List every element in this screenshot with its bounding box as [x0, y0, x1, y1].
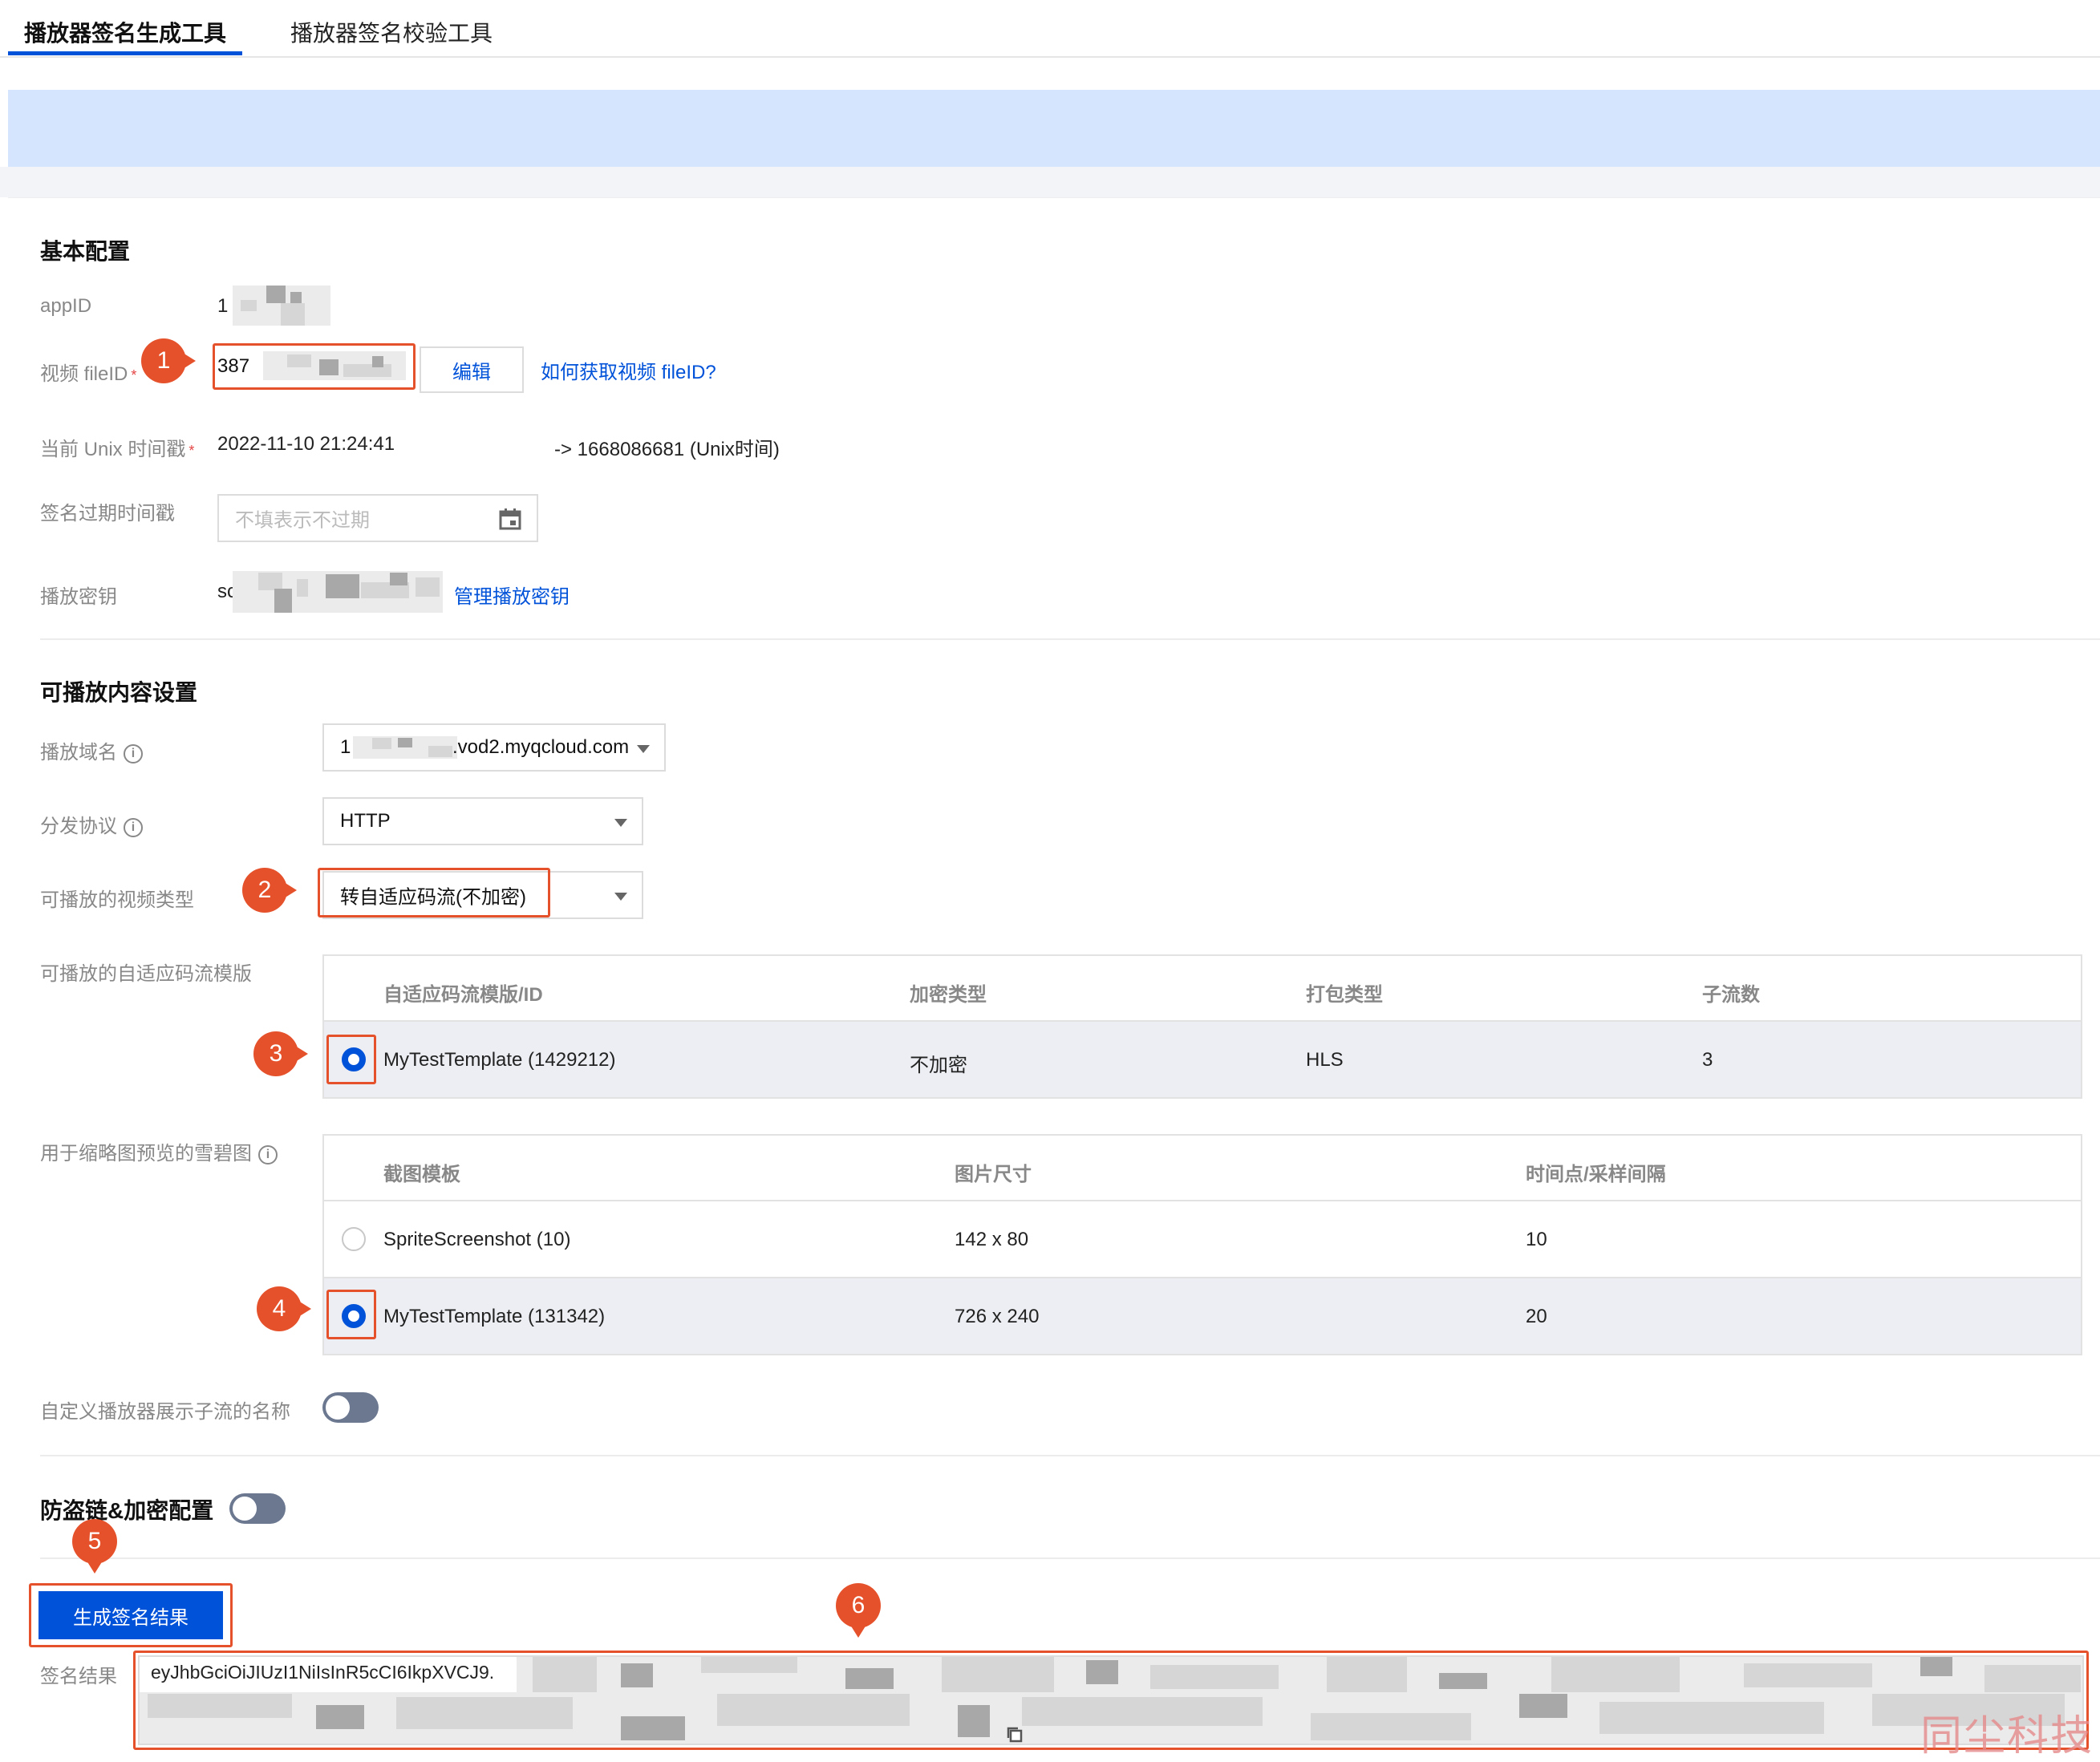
custom-substream-name-label: 自定义播放器展示子流的名称	[40, 1401, 290, 1423]
package-type: HLS	[1306, 1049, 1344, 1071]
step-marker-4: 4	[257, 1286, 311, 1331]
template-name: MyTestTemplate (131342)	[383, 1306, 606, 1327]
col-header-image-size: 图片尺寸	[955, 1164, 1032, 1185]
sprite-template-table: 截图模板 图片尺寸 时间点/采样间隔 SpriteScreenshot (10)…	[322, 1134, 2082, 1355]
active-tab-indicator	[8, 51, 242, 55]
row-radio[interactable]	[342, 1227, 366, 1251]
generate-signature-button[interactable]: 生成签名结果	[39, 1591, 223, 1639]
expire-label: 签名过期时间戳	[40, 503, 175, 525]
step-marker-2: 2	[242, 868, 297, 913]
info-icon: i	[258, 1144, 278, 1165]
manage-play-key-link[interactable]: 管理播放密钥	[454, 581, 570, 609]
play-key-redaction	[233, 571, 443, 613]
col-header-package: 打包类型	[1306, 984, 1383, 1006]
adaptive-template-table: 自适应码流模版/ID 加密类型 打包类型 子流数 MyTestTemplate …	[322, 954, 2082, 1099]
unix-datetime-value: 2022-11-10 21:24:41	[217, 433, 395, 455]
step-marker-5: 5	[72, 1519, 117, 1574]
sprite-label: 用于缩略图预览的雪碧图 i	[40, 1137, 278, 1165]
step-marker-1: 1	[141, 338, 196, 383]
section-divider	[40, 1455, 2100, 1456]
col-header-template: 自适应码流模版/ID	[383, 984, 543, 1006]
col-header-encryption: 加密类型	[910, 984, 987, 1006]
protocol-label: 分发协议 i	[40, 810, 143, 838]
domain-select[interactable]: 1 .vod2.myqcloud.com	[322, 723, 666, 772]
watermark-text: 同尘科技	[1920, 1712, 2094, 1760]
col-header-screenshot-template: 截图模板	[383, 1164, 460, 1185]
video-type-label: 可播放的视频类型	[40, 889, 194, 911]
sprite-radio-highlight	[326, 1290, 376, 1339]
fileid-input[interactable]: 387	[215, 346, 413, 387]
sample-interval: 20	[1526, 1306, 1547, 1327]
play-key-label: 播放密钥	[40, 586, 117, 608]
template-name: SpriteScreenshot (10)	[383, 1229, 571, 1250]
fileid-help-link[interactable]: 如何获取视频 fileID?	[541, 356, 716, 384]
table-row[interactable]: SpriteScreenshot (10) 142 x 80 10	[324, 1201, 2081, 1277]
section-divider	[40, 1557, 2100, 1559]
signature-result-textarea[interactable]: eyJhbGciOiJIUzI1NiIsInR5cCI6IkpXVCJ9.	[138, 1655, 2084, 1745]
edit-fileid-button[interactable]: 编辑	[420, 346, 524, 393]
security-toggle[interactable]	[229, 1493, 286, 1524]
info-icon: i	[124, 743, 143, 764]
expire-date-input[interactable]: 不填表示不过期	[217, 494, 538, 542]
copy-icon[interactable]	[1006, 1726, 1024, 1744]
signature-result-label: 签名结果	[40, 1666, 117, 1687]
template-name: MyTestTemplate (1429212)	[383, 1049, 616, 1071]
adaptive-template-label: 可播放的自适应码流模版	[40, 963, 252, 985]
col-header-interval: 时间点/采样间隔	[1526, 1164, 1666, 1185]
domain-label: 播放域名 i	[40, 736, 143, 764]
chevron-down-icon	[637, 745, 650, 753]
appid-label: appID	[40, 295, 92, 317]
notice-banner	[8, 90, 2100, 167]
appid-redaction	[233, 286, 330, 326]
info-icon: i	[124, 817, 143, 837]
basic-config-title: 基本配置	[40, 239, 131, 264]
chevron-down-icon	[614, 819, 627, 827]
calendar-icon[interactable]	[498, 507, 522, 531]
tab-signature-generator[interactable]: 播放器签名生成工具	[24, 16, 226, 48]
page-background-strip	[0, 167, 2100, 197]
table-row[interactable]: MyTestTemplate (1429212) 不加密 HLS 3	[324, 1022, 2081, 1097]
fileid-label: 视频 fileID *	[40, 363, 137, 385]
unix-timestamp-label: 当前 Unix 时间戳 *	[40, 439, 195, 460]
security-config-title: 防盗链&加密配置	[40, 1498, 214, 1523]
sample-interval: 10	[1526, 1229, 1547, 1250]
protocol-select[interactable]: HTTP	[322, 797, 643, 845]
playable-content-title: 可播放内容设置	[40, 680, 198, 705]
signature-result-text: eyJhbGciOiJIUzI1NiIsInR5cCI6IkpXVCJ9.	[151, 1662, 495, 1683]
step-marker-6: 6	[836, 1583, 881, 1638]
tab-signature-verifier[interactable]: 播放器签名校验工具	[290, 16, 493, 48]
encryption-type: 不加密	[910, 1055, 967, 1076]
image-size: 142 x 80	[955, 1229, 1029, 1250]
stream-count: 3	[1702, 1049, 1713, 1071]
image-size: 726 x 240	[955, 1306, 1040, 1327]
appid-value: 1	[217, 295, 229, 317]
video-type-highlight	[318, 868, 550, 917]
step-marker-3: 3	[253, 1031, 308, 1076]
section-divider	[40, 638, 2100, 640]
table-row[interactable]: MyTestTemplate (131342) 726 x 240 20	[324, 1278, 2081, 1354]
custom-substream-name-toggle[interactable]	[322, 1392, 379, 1423]
col-header-streams: 子流数	[1702, 984, 1760, 1006]
adaptive-radio-highlight	[326, 1035, 376, 1084]
chevron-down-icon	[614, 893, 627, 901]
unix-converted-value: -> 1668086681 (Unix时间)	[554, 439, 780, 460]
